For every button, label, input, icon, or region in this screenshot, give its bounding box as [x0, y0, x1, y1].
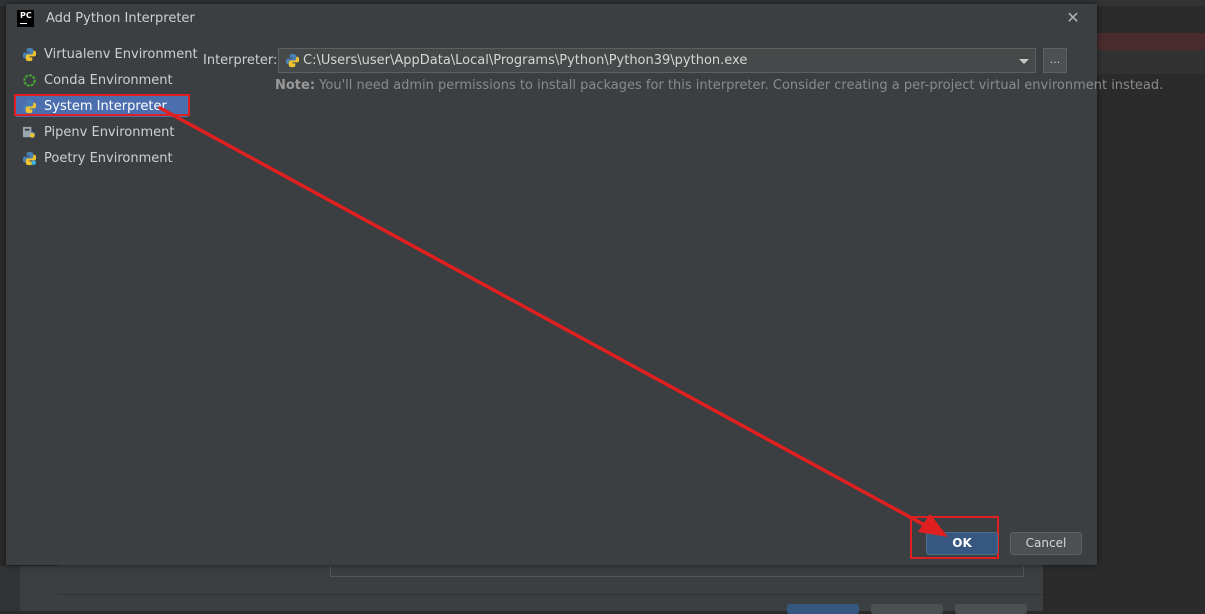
cancel-button[interactable]: Cancel — [1010, 532, 1082, 555]
sidebar-item-label: Virtualenv Environment — [44, 47, 198, 62]
interpreter-path-value: C:\Users\user\AppData\Local\Programs\Pyt… — [303, 53, 748, 68]
note-text: You'll need admin permissions to install… — [315, 78, 1164, 93]
annotation-highlight-system-interpreter — [14, 94, 190, 116]
ide-panel-box — [330, 566, 1024, 577]
browse-interpreter-button[interactable]: ... — [1043, 48, 1067, 73]
sidebar-item-virtualenv[interactable]: Virtualenv Environment — [16, 44, 198, 65]
sidebar-item-label: Poetry Environment — [44, 151, 173, 166]
ide-error-line-highlight — [1097, 33, 1205, 50]
ide-apply-button-fragment — [955, 604, 1027, 614]
close-icon[interactable]: ✕ — [1064, 9, 1082, 27]
interpreter-label: Interpreter: — [203, 53, 278, 68]
interpreter-select[interactable]: C:\Users\user\AppData\Local\Programs\Pyt… — [278, 48, 1036, 73]
sidebar-item-poetry[interactable]: Poetry Environment — [16, 148, 188, 169]
dialog-title: Add Python Interpreter — [46, 11, 195, 26]
python-icon — [285, 53, 300, 68]
pipenv-icon — [22, 126, 36, 139]
admin-permissions-note: Note: You'll need admin permissions to i… — [275, 78, 1163, 93]
ide-cancel-button-fragment — [871, 604, 943, 614]
ide-ok-button-fragment — [787, 604, 859, 614]
app-icon-text: PC — [20, 11, 32, 20]
python-icon — [22, 47, 37, 62]
dialog-titlebar[interactable]: PC Add Python Interpreter ✕ — [6, 4, 1097, 34]
ok-button[interactable]: OK — [926, 532, 998, 555]
sidebar-item-pipenv[interactable]: Pipenv Environment — [16, 122, 188, 143]
add-python-interpreter-dialog: PC Add Python Interpreter ✕ Virtualenv E… — [6, 4, 1163, 565]
pycharm-logo-icon: PC — [17, 10, 34, 27]
ide-editor-row — [1097, 50, 1205, 74]
poetry-icon — [22, 151, 37, 166]
ide-panel-divider — [58, 594, 1043, 595]
conda-icon — [23, 74, 36, 87]
sidebar-item-label: Conda Environment — [44, 73, 173, 88]
sidebar-item-conda[interactable]: Conda Environment — [16, 70, 188, 91]
chevron-down-icon[interactable] — [1019, 59, 1029, 64]
sidebar-item-label: Pipenv Environment — [44, 125, 175, 140]
note-bold-label: Note: — [275, 78, 316, 93]
ide-left-gutter — [20, 566, 58, 611]
